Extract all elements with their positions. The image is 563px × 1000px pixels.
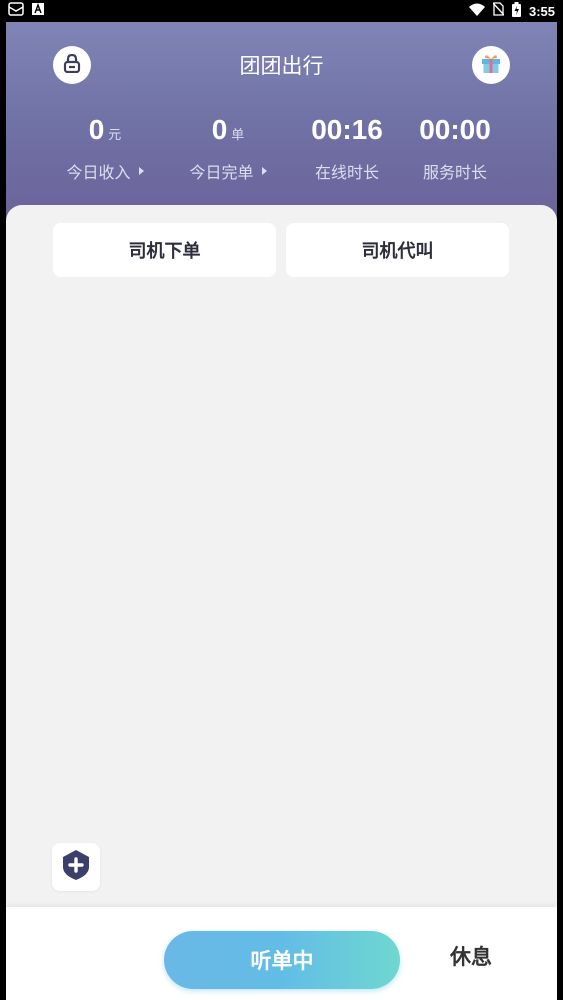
- app-screen: 团团出行 0 元 今日收入 0 单 今日完单 00:16 在线时长 00:00 …: [6, 22, 557, 1000]
- stat-value: 0: [211, 114, 228, 145]
- safety-shield-button[interactable]: [52, 843, 100, 891]
- driver-order-button[interactable]: 司机下单: [53, 223, 276, 277]
- driver-call-button[interactable]: 司机代叫: [286, 223, 509, 277]
- rest-button[interactable]: 休息: [436, 941, 506, 971]
- clock: 3:55: [528, 3, 555, 19]
- app-a-icon: [32, 3, 44, 19]
- wifi-icon: [468, 3, 485, 20]
- notification-icon: [8, 2, 24, 20]
- stat-label: 今日收入: [66, 163, 131, 182]
- stat-label: 今日完单: [189, 163, 254, 182]
- stats-row: 0 元 今日收入 0 单 今日完单 00:16 在线时长 00:00 服务时长: [6, 114, 557, 194]
- caret-right-icon: [261, 167, 267, 175]
- stat-service-time: 00:00 服务时长: [395, 114, 515, 183]
- stat-value: 00:16: [311, 114, 383, 145]
- caret-right-icon: [138, 167, 144, 175]
- gift-icon: [479, 51, 503, 79]
- gift-button[interactable]: [472, 46, 510, 84]
- header: 团团出行 0 元 今日收入 0 单 今日完单 00:16 在线时长 00:00 …: [6, 22, 557, 222]
- stat-online-time: 00:16 在线时长: [287, 114, 407, 183]
- battery-icon: [511, 1, 521, 21]
- shield-plus-icon: [61, 849, 91, 885]
- stat-value: 00:00: [419, 114, 491, 145]
- listening-button[interactable]: 听单中: [164, 931, 400, 989]
- main-content: 司机下单 司机代叫: [6, 205, 557, 925]
- stat-unit: 元: [108, 128, 122, 143]
- stat-value: 0: [88, 114, 105, 145]
- no-sim-icon: [492, 2, 505, 20]
- status-bar: 3:55: [0, 0, 563, 22]
- stat-label: 服务时长: [422, 163, 487, 182]
- stat-label: 在线时长: [314, 163, 379, 182]
- stat-today-income[interactable]: 0 元 今日收入: [45, 114, 165, 183]
- stat-today-completed[interactable]: 0 单 今日完单: [168, 114, 288, 183]
- bottom-bar: 听单中 休息: [6, 907, 557, 1000]
- stat-unit: 单: [231, 128, 245, 143]
